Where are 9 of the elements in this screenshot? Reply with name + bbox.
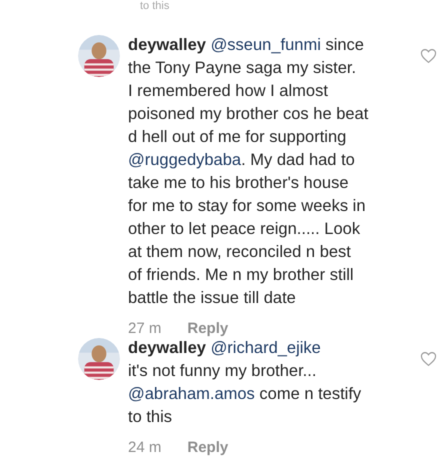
comment-text: deywalley @sseun_funmi since the Tony Payne saga my sister. I remembered how I almost poisoned my brother cos he beat d hell out of me for supporting @ruggedybaba. My dad had to take me to his brother's house for me to stay for some weeks in other to let peace reign..... Look at them now, reconciled n best of friends. Me n my brother still battle the issue till date: [128, 35, 370, 309]
comment-text: to this: [140, 0, 170, 12]
timestamp: 27 m: [128, 320, 162, 337]
heart-icon[interactable]: [420, 48, 437, 64]
reply-link[interactable]: Reply: [187, 439, 228, 456]
heart-icon[interactable]: [420, 351, 437, 367]
comment-text: deywalley @richard_ejike it's not funny my brother... @abraham.amos come n testify to this: [128, 338, 362, 428]
reply-link[interactable]: Reply: [187, 320, 228, 337]
timestamp: 24 m: [128, 439, 162, 456]
